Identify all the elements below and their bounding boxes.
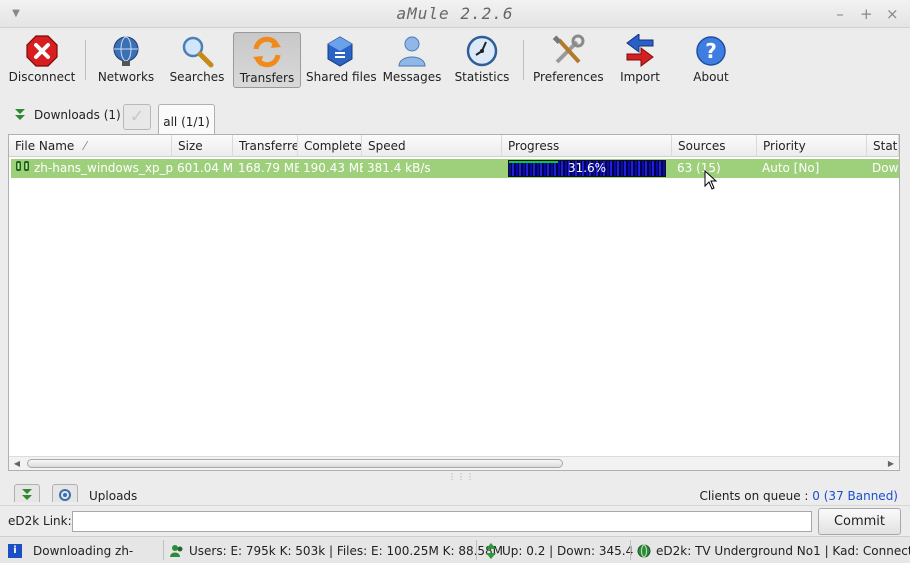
column-completed[interactable]: Completed bbox=[298, 135, 362, 157]
up-down-arrows-icon bbox=[486, 543, 496, 559]
clear-completed-button[interactable]: ✓ bbox=[123, 104, 151, 130]
download-size: 601.04 M bbox=[177, 161, 234, 175]
refresh-icon bbox=[59, 489, 71, 501]
import-button[interactable]: Import bbox=[613, 32, 667, 88]
toggle-uploads-button[interactable] bbox=[14, 484, 40, 502]
ed2k-link-bar: eD2k Link: Commit bbox=[0, 505, 910, 535]
help-icon: ? bbox=[696, 36, 726, 66]
transfers-button[interactable]: Transfers bbox=[233, 32, 301, 88]
shared-files-icon bbox=[327, 36, 353, 67]
scrollbar-thumb[interactable] bbox=[27, 459, 563, 468]
network-globe-icon bbox=[113, 36, 139, 66]
progress-percent: 31.6% bbox=[567, 161, 607, 175]
transfer-arrows-icon bbox=[253, 36, 281, 68]
svg-text:?: ? bbox=[705, 39, 717, 63]
download-completed: 190.43 MB bbox=[303, 161, 363, 175]
about-button[interactable]: ? About bbox=[685, 32, 737, 88]
clients-view-button[interactable] bbox=[52, 484, 78, 502]
clients-on-queue-value: 0 (37 Banned) bbox=[812, 489, 898, 502]
tab-all[interactable]: all (1/1) bbox=[158, 104, 215, 136]
status-transfer-rates: Up: 0.2 | Down: 345.4 bbox=[485, 542, 633, 560]
searches-button[interactable]: Searches bbox=[166, 32, 228, 88]
scroll-right-arrow-icon[interactable]: ▶ bbox=[885, 457, 897, 470]
column-transferred[interactable]: Transferred bbox=[233, 135, 298, 157]
messages-button[interactable]: Messages bbox=[382, 32, 442, 88]
info-icon: i bbox=[8, 544, 22, 558]
sort-indicator-icon: ⁄ bbox=[84, 139, 87, 153]
connection-globe-icon bbox=[637, 544, 651, 558]
scroll-left-arrow-icon[interactable]: ◀ bbox=[11, 457, 23, 470]
download-status: Downloading bbox=[872, 161, 899, 175]
status-message: i Downloading zh- bbox=[8, 542, 133, 560]
toolbar-separator bbox=[523, 40, 524, 80]
preferences-button[interactable]: Preferences bbox=[533, 32, 604, 88]
close-icon[interactable]: × bbox=[886, 5, 899, 23]
disconnect-icon bbox=[26, 35, 58, 67]
status-separator bbox=[163, 540, 164, 560]
column-progress[interactable]: Progress bbox=[502, 135, 672, 157]
download-file-cell: zh-hans_windows_xp_pro bbox=[11, 159, 173, 178]
downloads-tab-bar: Downloads (1) ✓ all (1/1) bbox=[0, 100, 910, 136]
column-speed[interactable]: Speed bbox=[362, 135, 502, 157]
checkmark-icon: ✓ bbox=[129, 106, 145, 127]
minimize-icon[interactable]: – bbox=[834, 5, 846, 23]
download-speed: 381.4 kB/s bbox=[367, 161, 431, 175]
file-status-icon bbox=[15, 159, 31, 178]
column-sources[interactable]: Sources bbox=[672, 135, 757, 157]
download-row[interactable]: zh-hans_windows_xp_pro 601.04 M 168.79 M… bbox=[11, 159, 899, 178]
toolbar-separator bbox=[85, 40, 86, 80]
title-bar: ▼ aMule 2.2.6 – + × bbox=[0, 0, 910, 28]
mouse-cursor-icon bbox=[704, 170, 718, 190]
status-users-files: Users: E: 795k K: 503k | Files: E: 100.2… bbox=[170, 542, 503, 560]
window-title: aMule 2.2.6 bbox=[396, 4, 514, 23]
statistics-button[interactable]: Statistics bbox=[451, 32, 513, 88]
download-file-name: zh-hans_windows_xp_pro bbox=[34, 161, 173, 175]
download-arrow-icon bbox=[15, 109, 25, 120]
column-file-name[interactable]: File Name ⁄ bbox=[9, 135, 172, 157]
pane-splitter[interactable]: ⋮⋮⋮ bbox=[0, 472, 910, 481]
column-status[interactable]: Status bbox=[867, 135, 899, 157]
clients-on-queue: Clients on queue : 0 (37 Banned) bbox=[699, 489, 898, 502]
maximize-icon[interactable]: + bbox=[860, 5, 873, 23]
uploads-label: Uploads bbox=[89, 489, 138, 502]
disconnect-button[interactable]: Disconnect bbox=[8, 32, 76, 88]
download-list: File Name ⁄ Size Transferred Completed S… bbox=[8, 134, 900, 471]
shared-files-button[interactable]: Shared files bbox=[306, 32, 377, 88]
main-toolbar: Disconnect Networks Searches Transfers S… bbox=[0, 28, 910, 90]
column-priority[interactable]: Priority bbox=[757, 135, 867, 157]
column-size[interactable]: Size bbox=[172, 135, 233, 157]
status-bar: i Downloading zh- Users: E: 795k K: 503k… bbox=[0, 536, 910, 563]
status-separator bbox=[630, 540, 631, 560]
status-separator bbox=[476, 540, 477, 560]
users-icon bbox=[170, 545, 183, 557]
magnifier-icon bbox=[182, 36, 214, 68]
ed2k-link-label: eD2k Link: bbox=[8, 514, 72, 528]
download-arrow-icon bbox=[22, 489, 32, 500]
download-progress-bar: 31.6% bbox=[508, 160, 666, 177]
import-arrows-icon bbox=[626, 34, 654, 67]
ed2k-link-input[interactable] bbox=[72, 511, 812, 532]
commit-button[interactable]: Commit bbox=[818, 508, 901, 535]
window-controls: – + × bbox=[834, 5, 898, 23]
download-list-header: File Name ⁄ Size Transferred Completed S… bbox=[9, 135, 899, 157]
networks-button[interactable]: Networks bbox=[95, 32, 157, 88]
tools-icon bbox=[552, 34, 585, 64]
download-transferred: 168.79 MB bbox=[238, 161, 299, 175]
download-priority: Auto [No] bbox=[762, 161, 820, 175]
status-connection: eD2k: TV Underground No1 | Kad: Connecte… bbox=[637, 542, 910, 560]
downloads-header: Downloads (1) bbox=[12, 108, 121, 122]
user-icon bbox=[398, 36, 426, 67]
horizontal-scrollbar[interactable]: ◀ ▶ bbox=[9, 456, 899, 470]
uploads-bar: Uploads Clients on queue : 0 (37 Banned) bbox=[0, 480, 910, 502]
gauge-icon bbox=[466, 35, 498, 67]
downloads-count-label: Downloads (1) bbox=[34, 108, 121, 122]
